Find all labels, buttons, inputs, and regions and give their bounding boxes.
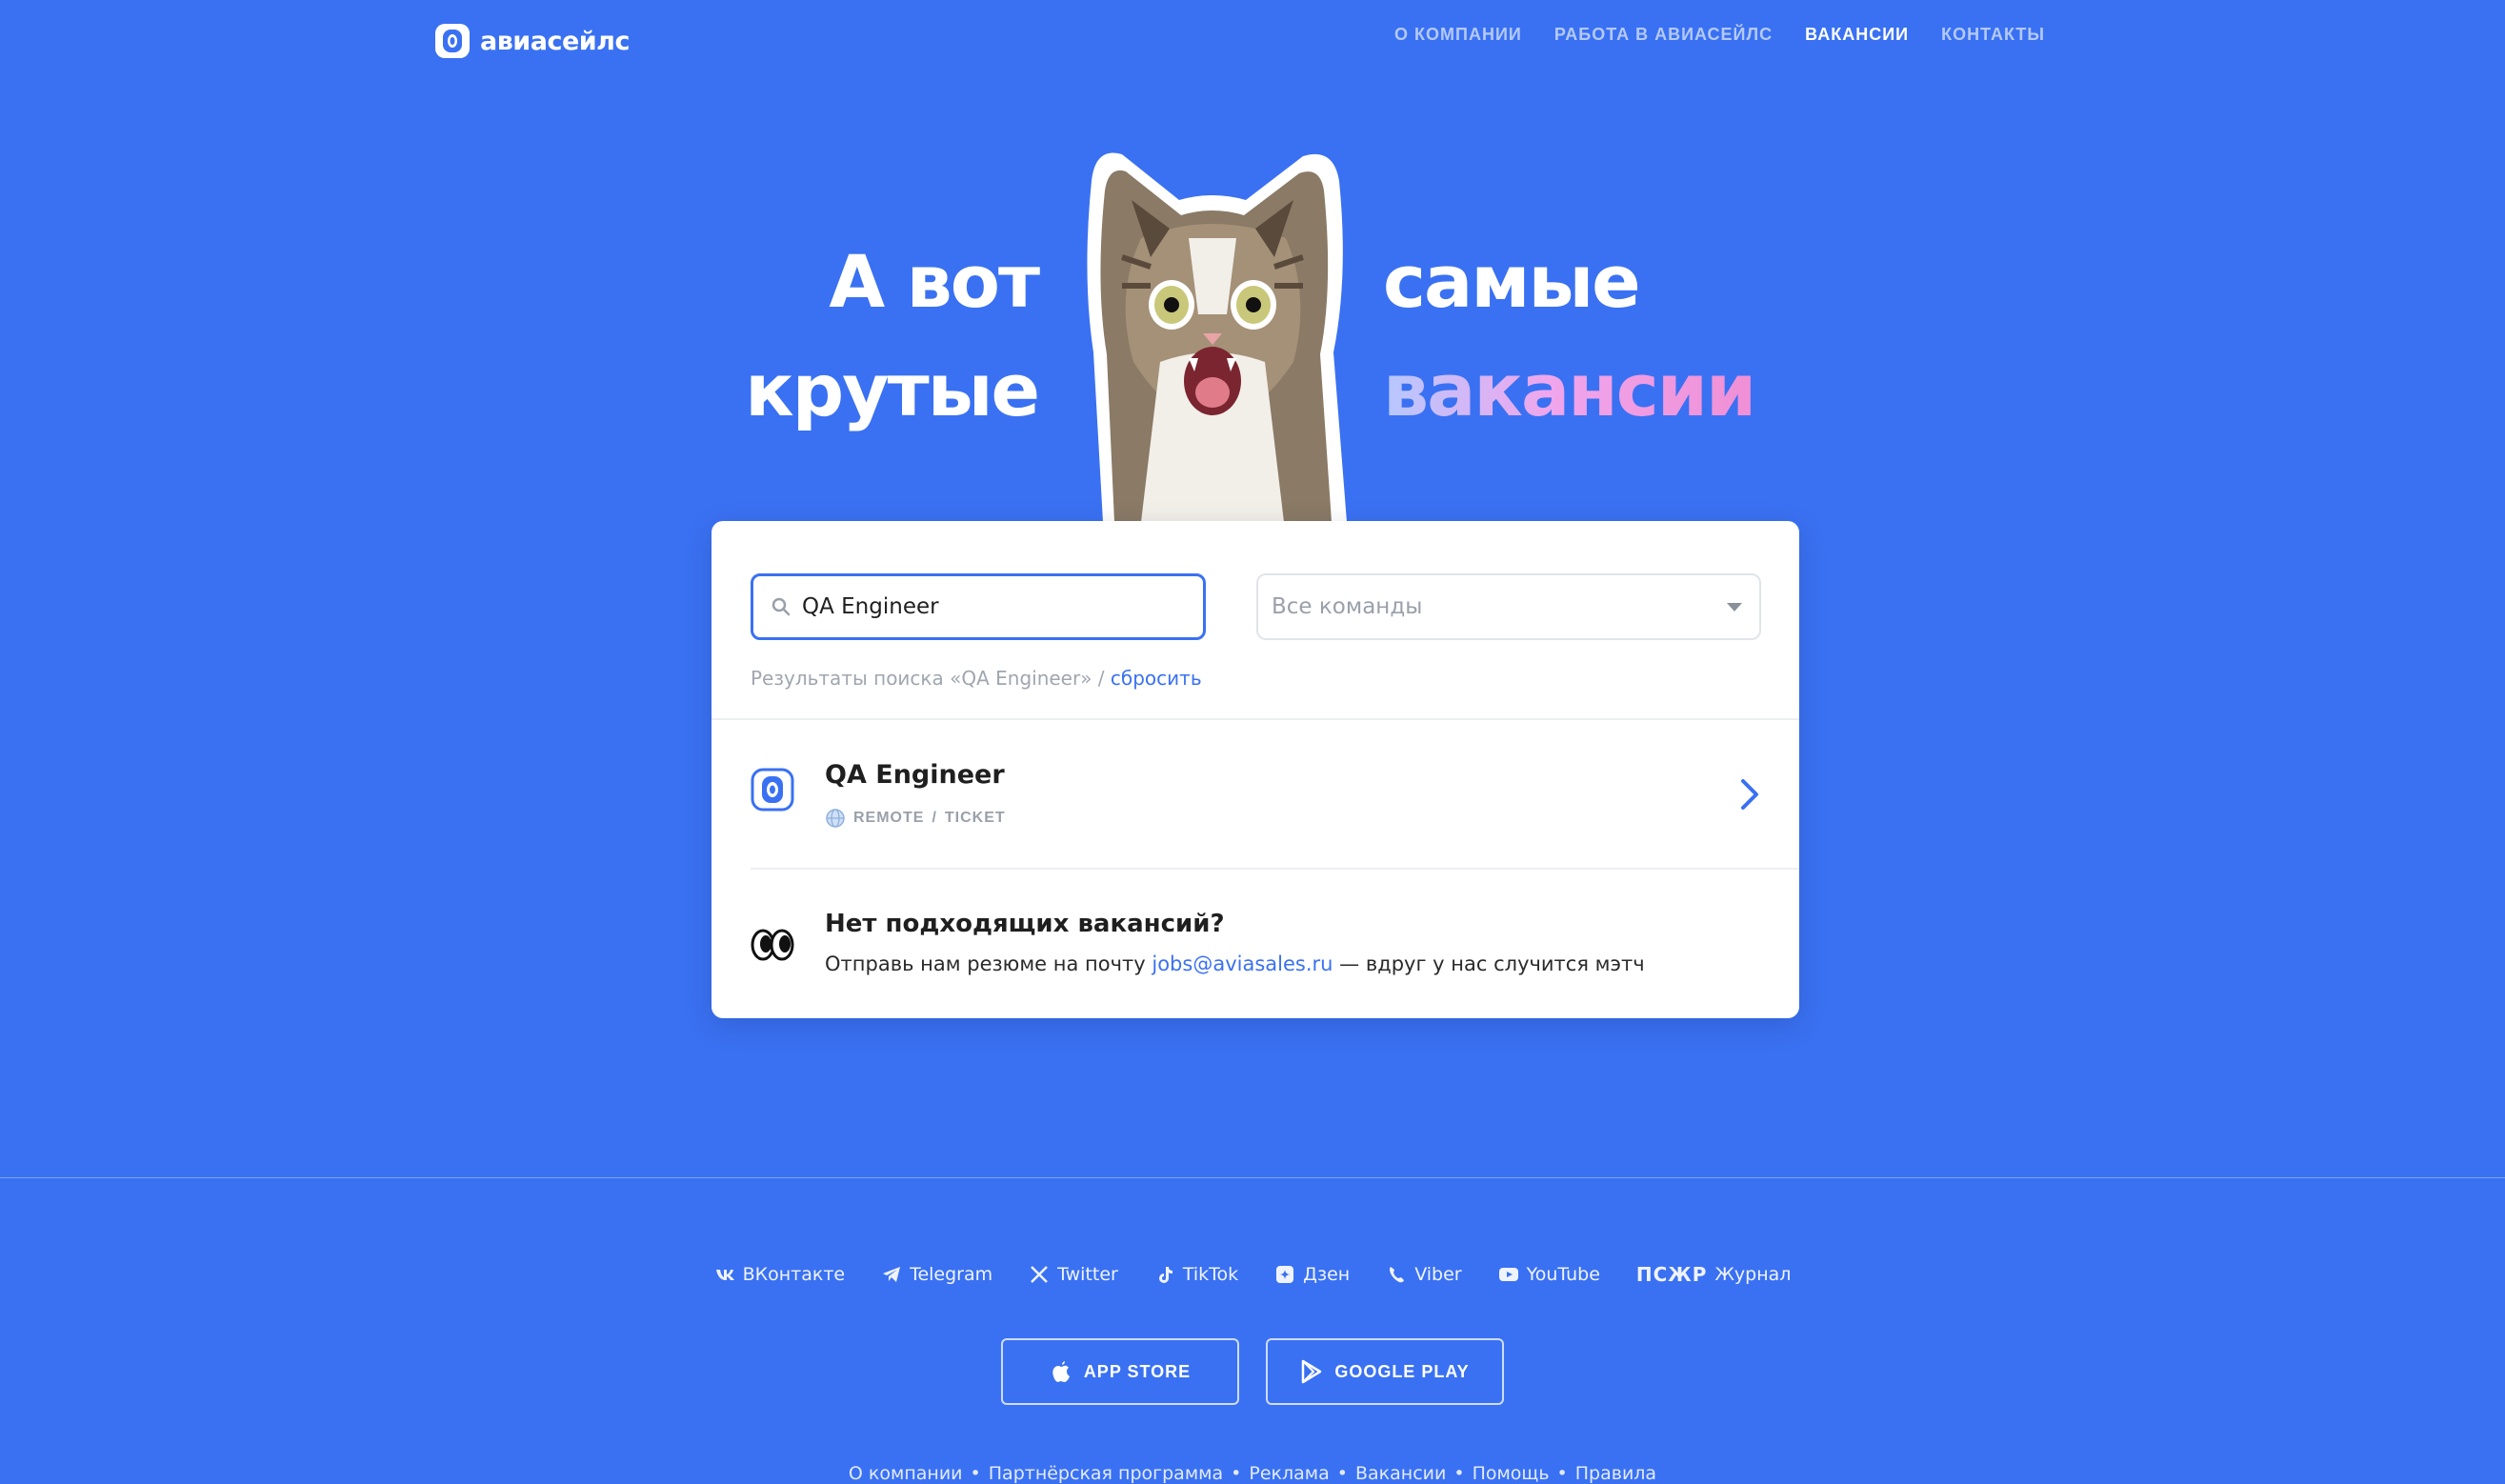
job-title: QA Engineer [825, 760, 1005, 790]
search-icon [772, 597, 791, 616]
google-play-button[interactable]: GOOGLE PLAY [1266, 1338, 1504, 1405]
team-select[interactable]: Все команды [1256, 573, 1761, 640]
no-match-text: Отправь нам резюме на почту jobs@aviasal… [825, 953, 1645, 975]
chevron-down-icon [1727, 602, 1742, 612]
no-match-title: Нет подходящих вакансий? [825, 910, 1225, 938]
separator-dot: • [1453, 1463, 1465, 1484]
social-link-telegram[interactable]: Telegram [881, 1263, 992, 1286]
search-results-summary: Результаты поиска «QA Engineer» / сброси… [751, 667, 1202, 690]
hero-headline-right-1: самые [1383, 239, 1641, 324]
chevron-right-icon [1741, 779, 1758, 810]
social-link-vk[interactable]: ВКонтакте [714, 1263, 846, 1286]
vk-icon [715, 1270, 734, 1280]
hero-headline-right-2: вакансии [1383, 348, 1756, 432]
dzen-icon [1276, 1266, 1294, 1283]
tiktok-icon [1158, 1267, 1172, 1283]
search-field[interactable] [751, 573, 1206, 640]
social-link-twitter[interactable]: Twitter [1029, 1263, 1118, 1286]
social-label: Telegram [910, 1264, 993, 1285]
nav-work[interactable]: РАБОТА В АВИАСЕЙЛС [1554, 25, 1773, 45]
social-link-journal[interactable]: ПСЖР Журнал [1636, 1263, 1792, 1286]
main-nav: О КОМПАНИИ РАБОТА В АВИАСЕЙЛС ВАКАНСИИ К… [1394, 25, 2045, 45]
app-store-label: APP STORE [1083, 1361, 1192, 1381]
apple-icon [1052, 1361, 1070, 1382]
telegram-icon [883, 1267, 901, 1282]
google-play-icon [1302, 1359, 1322, 1384]
no-match-text-before: Отправь нам резюме на почту [825, 953, 1146, 975]
hero-headline-left-2: крутые [745, 348, 1040, 432]
separator-dot: • [1231, 1463, 1242, 1484]
social-links: ВКонтакте Telegram Twitter TikTok Дзен V… [0, 1263, 2505, 1286]
search-input[interactable] [800, 593, 1185, 620]
team-select-value: Все команды [1272, 594, 1423, 619]
footer-links: О компании • Партнёрская программа • Рекла… [0, 1463, 2505, 1484]
hero-headline-left-1: А вот [829, 239, 1040, 324]
nav-vacancies[interactable]: ВАКАНСИИ [1805, 25, 1909, 45]
job-location: REMOTE [853, 810, 925, 826]
nav-about[interactable]: О КОМПАНИИ [1394, 25, 1522, 45]
results-prefix: Результаты поиска «QA Engineer» / [751, 667, 1105, 690]
footer-link-vacancies[interactable]: Вакансии [1355, 1463, 1446, 1484]
app-store-button[interactable]: APP STORE [1001, 1338, 1239, 1405]
separator-dot: • [1556, 1463, 1568, 1484]
cat-sticker-image [1087, 152, 1347, 522]
site-header: авиасейлс О КОМПАНИИ РАБОТА В АВИАСЕЙЛС … [0, 0, 2505, 76]
social-link-youtube[interactable]: YouTube [1498, 1263, 1600, 1286]
vacancies-card: Все команды Результаты поиска «QA Engine… [711, 521, 1799, 1018]
separator-dot: • [970, 1463, 981, 1484]
aviasales-logo-icon [751, 768, 794, 812]
google-play-label: GOOGLE PLAY [1334, 1361, 1470, 1381]
reset-search-link[interactable]: сбросить [1111, 667, 1202, 690]
social-link-dzen[interactable]: Дзен [1274, 1263, 1350, 1286]
social-link-viber[interactable]: Viber [1386, 1263, 1462, 1286]
x-icon [1031, 1266, 1049, 1283]
separator-dot: • [1336, 1463, 1348, 1484]
youtube-icon [1498, 1268, 1518, 1281]
job-team: TICKET [944, 810, 1006, 826]
email-link[interactable]: jobs@aviasales.ru [1152, 953, 1333, 975]
footer-link-ads[interactable]: Реклама [1249, 1463, 1329, 1484]
viber-icon [1390, 1267, 1405, 1283]
brand-logo[interactable]: авиасейлс [434, 23, 630, 59]
social-label: Дзен [1303, 1264, 1351, 1285]
social-label: Twitter [1057, 1264, 1118, 1285]
job-meta: REMOTE / TICKET [825, 808, 1006, 829]
job-meta-separator: / [932, 810, 937, 826]
brand-name: авиасейлс [480, 26, 630, 56]
aviasales-logo-icon [435, 24, 470, 58]
journal-logo-icon: ПСЖР [1635, 1263, 1708, 1286]
no-match-text-after: — вдруг у нас случится мэтч [1339, 953, 1645, 975]
social-link-tiktok[interactable]: TikTok [1154, 1263, 1238, 1286]
footer-link-partners[interactable]: Партнёрская программа [989, 1463, 1223, 1484]
nav-contacts[interactable]: КОНТАКТЫ [1941, 25, 2045, 45]
footer-link-rules[interactable]: Правила [1575, 1463, 1656, 1484]
social-label: YouTube [1526, 1264, 1600, 1285]
footer-link-about[interactable]: О компании [849, 1463, 963, 1484]
eyes-icon [751, 929, 794, 961]
footer-divider [0, 1177, 2505, 1178]
social-label: Журнал [1714, 1264, 1792, 1285]
divider [751, 868, 1799, 870]
job-list-item[interactable]: QA Engineer REMOTE / TICKET [711, 720, 1799, 869]
social-label: Viber [1414, 1264, 1462, 1285]
app-store-buttons: APP STORE GOOGLE PLAY [0, 1338, 2505, 1405]
social-label: TikTok [1182, 1264, 1239, 1285]
social-label: ВКонтакте [742, 1264, 846, 1285]
footer-link-help[interactable]: Помощь [1473, 1463, 1550, 1484]
globe-icon [826, 809, 845, 828]
